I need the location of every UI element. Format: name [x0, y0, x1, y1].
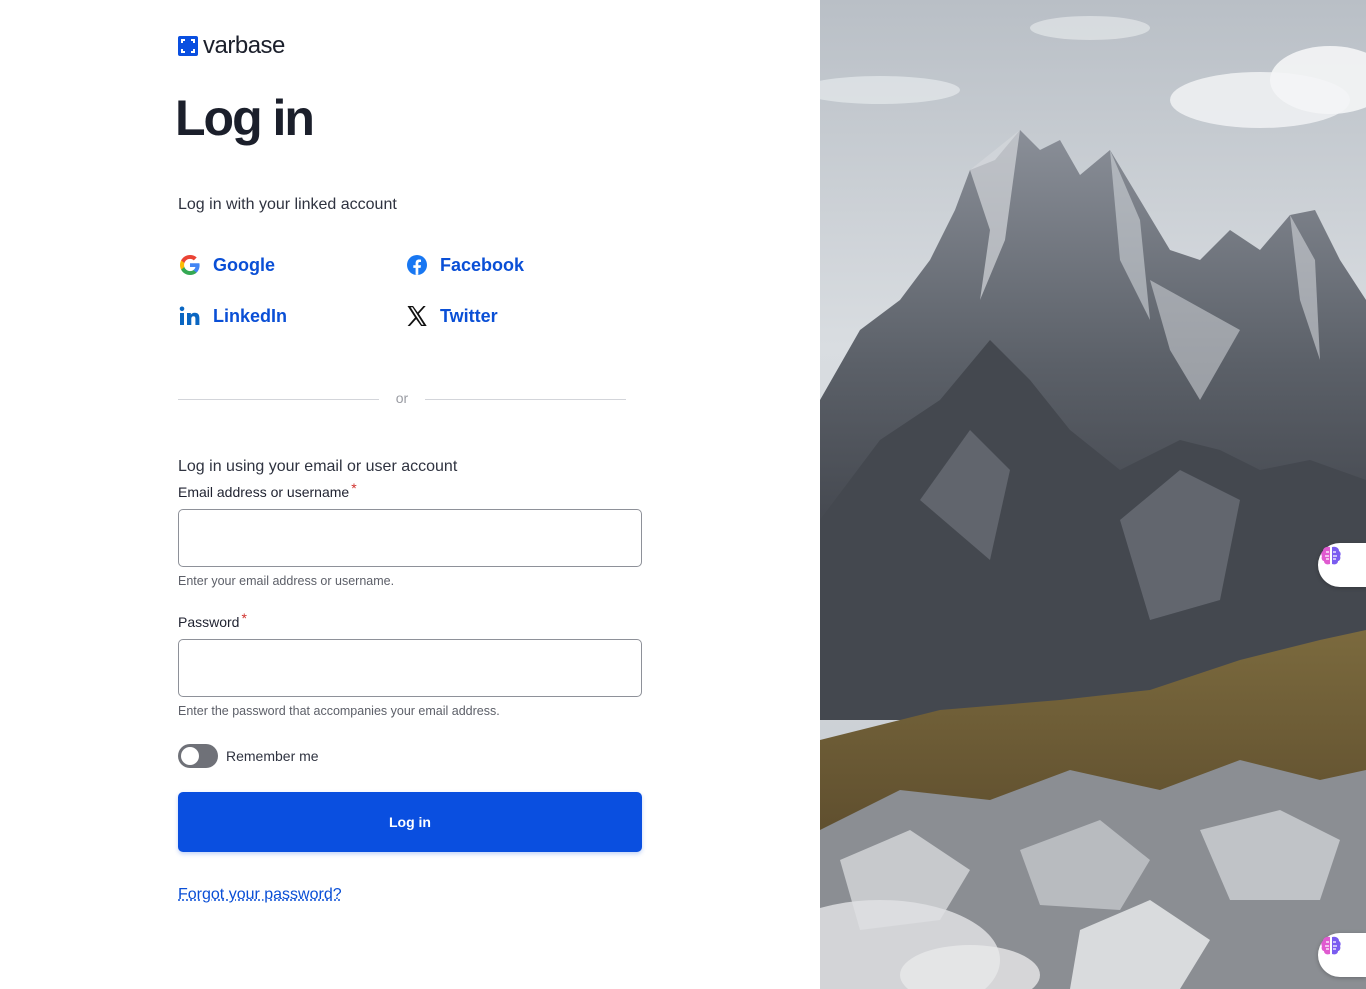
varbase-logo[interactable]: varbase — [178, 34, 285, 58]
twitter-login-link[interactable]: Twitter — [405, 304, 498, 328]
login-page: varbase Log in Log in with your linked a… — [0, 0, 1366, 989]
remember-me-label: Remember me — [226, 748, 319, 764]
email-help-text: Enter your email address or username. — [178, 574, 395, 588]
page-title: Log in — [175, 90, 315, 146]
password-field-label: Password * — [178, 610, 247, 630]
toggle-switch[interactable] — [178, 744, 218, 768]
forgot-password-link[interactable]: Forgot your password? — [178, 886, 342, 904]
linked-account-heading: Log in with your linked account — [178, 196, 397, 213]
password-label-text: Password — [178, 614, 240, 630]
email-login-heading: Log in using your email or user account — [178, 458, 458, 475]
google-label: Google — [213, 254, 275, 275]
google-icon — [178, 253, 202, 277]
divider-line-right — [425, 399, 626, 400]
ai-assistant-button[interactable] — [1318, 933, 1366, 977]
divider-line-left — [178, 399, 379, 400]
email-field-label: Email address or username * — [178, 480, 357, 500]
or-divider: or — [178, 389, 626, 409]
login-submit-button[interactable]: Log in — [178, 792, 642, 852]
required-mark: * — [351, 480, 357, 496]
varbase-logo-icon — [178, 36, 198, 56]
ai-assistant-button[interactable] — [1318, 543, 1366, 587]
remember-me-toggle[interactable]: Remember me — [178, 744, 319, 768]
mountain-background-image — [820, 0, 1366, 989]
linkedin-login-link[interactable]: LinkedIn — [178, 304, 287, 328]
facebook-login-link[interactable]: Facebook — [405, 253, 524, 277]
google-login-link[interactable]: Google — [178, 253, 275, 277]
mountain-illustration — [820, 0, 1366, 989]
password-input[interactable] — [178, 639, 642, 697]
email-username-input[interactable] — [178, 509, 642, 567]
toggle-knob — [181, 747, 199, 765]
brand-name: varbase — [203, 32, 285, 59]
twitter-label: Twitter — [440, 305, 498, 326]
x-twitter-icon — [405, 304, 429, 328]
linkedin-icon — [178, 304, 202, 328]
facebook-icon — [405, 253, 429, 277]
required-mark: * — [241, 610, 247, 626]
login-form-panel: varbase Log in Log in with your linked a… — [0, 0, 820, 989]
facebook-label: Facebook — [440, 254, 525, 275]
divider-text: or — [395, 390, 409, 406]
linkedin-label: LinkedIn — [213, 305, 288, 326]
email-label-text: Email address or username — [178, 484, 350, 500]
password-help-text: Enter the password that accompanies your… — [178, 704, 500, 718]
